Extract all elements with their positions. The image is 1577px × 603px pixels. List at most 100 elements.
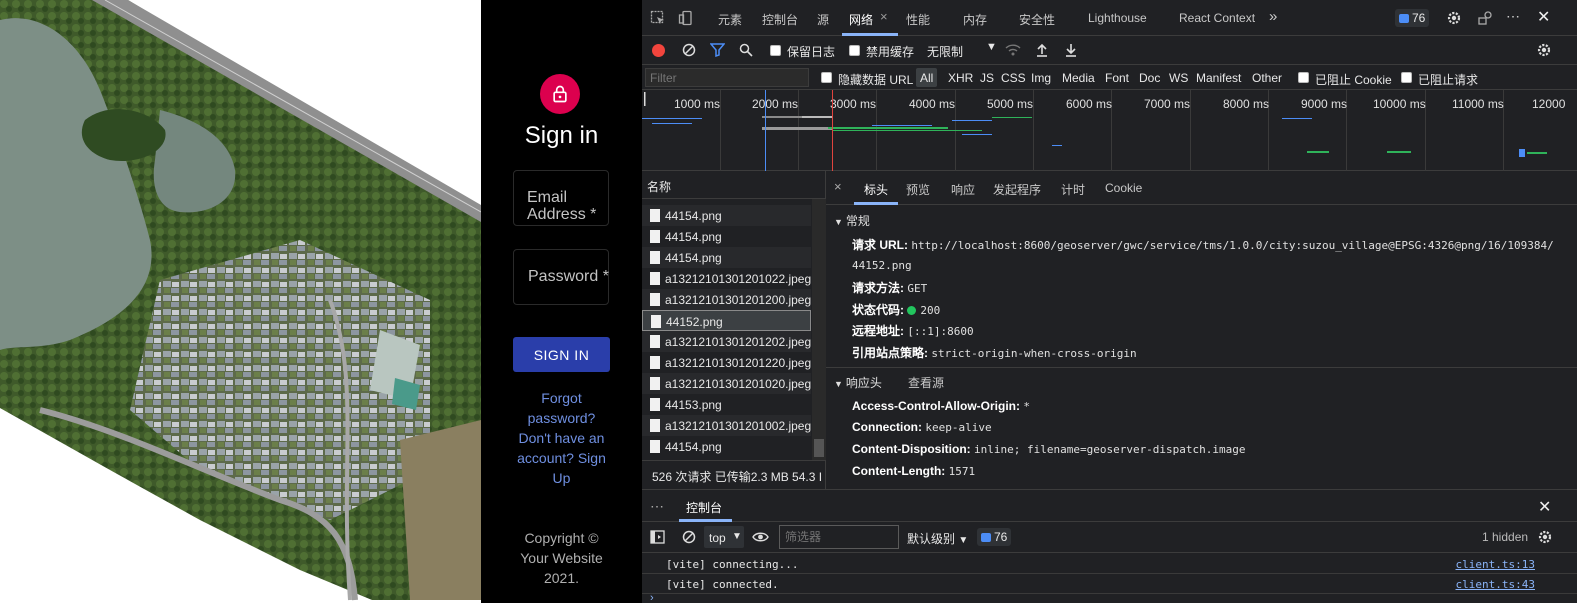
close-devtools-icon[interactable]: ✕	[1537, 7, 1550, 27]
search-icon[interactable]	[739, 43, 753, 57]
blocked-requests-label: 已阻止请求	[1418, 73, 1479, 87]
clear-icon[interactable]	[682, 43, 696, 57]
signup-link[interactable]: Don't have an account? Sign Up	[481, 428, 642, 488]
close-tab-icon[interactable]: ×	[880, 9, 888, 24]
filter-icon[interactable]	[710, 43, 725, 57]
password-field[interactable]: Password *	[513, 249, 609, 305]
drawer-more-icon[interactable]: ⋯	[650, 498, 665, 515]
console-source-link[interactable]: client.ts:13	[1456, 558, 1535, 571]
filter-type-xhr[interactable]: XHR	[948, 71, 973, 85]
eye-icon[interactable]	[752, 530, 769, 544]
preserve-log-checkbox[interactable]	[770, 45, 781, 56]
chevron-down-icon: ▼	[958, 535, 969, 546]
record-icon[interactable]	[652, 44, 665, 57]
tab-initiator[interactable]: 发起程序	[993, 181, 1041, 198]
filter-type-other[interactable]: Other	[1252, 71, 1282, 85]
table-row[interactable]: a13212101301201020.jpeg.	[642, 373, 811, 394]
console-prompt[interactable]: ›	[642, 592, 1577, 603]
file-icon	[650, 272, 660, 285]
network-settings-icon[interactable]	[1536, 42, 1552, 58]
table-row[interactable]: 44153.png	[642, 394, 811, 415]
tab-memory[interactable]: 内存	[963, 11, 987, 28]
filter-type-doc[interactable]: Doc	[1139, 71, 1160, 85]
device-toolbar-icon[interactable]	[678, 10, 694, 26]
blocked-cookies-label: 已阻止 Cookie	[1315, 73, 1392, 87]
network-conditions-icon[interactable]	[1004, 42, 1022, 58]
request-name: a13212101301201020.jpeg.	[665, 377, 811, 391]
request-list-scrollbar[interactable]	[812, 199, 826, 460]
blocked-cookies-checkbox[interactable]	[1298, 72, 1309, 83]
network-filter-input[interactable]	[645, 68, 809, 87]
tab-react-context[interactable]: React Context	[1179, 11, 1255, 25]
console-issues-badge[interactable]: 76	[977, 528, 1012, 546]
tab-preview[interactable]: 预览	[906, 181, 930, 198]
table-row[interactable]: 44154.png	[642, 247, 811, 268]
details-active-indicator	[854, 202, 898, 205]
forgot-password-link[interactable]: Forgot password?	[481, 388, 642, 428]
chevron-down-icon: ▼	[732, 531, 742, 542]
tab-headers[interactable]: 标头	[864, 181, 888, 198]
filter-type-ws[interactable]: WS	[1169, 71, 1188, 85]
email-field[interactable]: Email Address *	[513, 170, 609, 226]
disable-cache-checkbox[interactable]	[849, 45, 860, 56]
table-row-selected[interactable]: 44152.png	[642, 310, 811, 331]
context-select[interactable]: top ▼	[704, 526, 744, 548]
tab-timing[interactable]: 计时	[1061, 181, 1085, 198]
blocked-requests-checkbox[interactable]	[1401, 72, 1412, 83]
tab-performance[interactable]: 性能	[906, 11, 930, 28]
throttling-select[interactable]: 无限制	[927, 43, 963, 60]
table-row[interactable]: a13212101301201022.jpeg.	[642, 268, 811, 289]
table-row[interactable]: a13212101301201220.jpeg.	[642, 352, 811, 373]
more-tabs-icon[interactable]: »	[1269, 8, 1277, 25]
aerial-map[interactable]	[0, 0, 481, 603]
import-har-icon[interactable]	[1035, 42, 1049, 57]
table-row[interactable]: 44154.png	[642, 436, 811, 457]
hide-data-urls-checkbox[interactable]	[821, 72, 832, 83]
tab-lighthouse[interactable]: Lighthouse	[1088, 11, 1147, 25]
more-options-icon[interactable]: ⋯	[1506, 8, 1521, 25]
settings-gear-icon[interactable]	[1446, 10, 1462, 26]
tab-cookies[interactable]: Cookie	[1105, 181, 1142, 195]
table-row[interactable]: a13212101301201002.jpeg.	[642, 415, 811, 436]
filter-type-all[interactable]: All	[916, 68, 938, 87]
console-message: [vite] connecting... client.ts:13	[642, 554, 1577, 574]
signin-button[interactable]: SIGN IN	[513, 337, 610, 372]
filter-type-manifest[interactable]: Manifest	[1196, 71, 1241, 85]
tab-elements[interactable]: 元素	[718, 11, 742, 28]
response-header-key: Access-Control-Allow-Origin:	[852, 399, 1021, 413]
filter-type-img[interactable]: Img	[1031, 71, 1051, 85]
table-row[interactable]: a13212101301201202.jpeg.	[642, 331, 811, 352]
scrollbar-thumb[interactable]	[814, 439, 824, 457]
general-section-toggle[interactable]: ▼ 常规	[834, 212, 870, 229]
connect-devices-icon[interactable]	[1477, 10, 1493, 26]
network-overview-timeline[interactable]: 1000 ms 2000 ms 3000 ms 4000 ms 5000 ms …	[642, 90, 1577, 171]
issues-badge[interactable]: 76	[1395, 9, 1430, 27]
table-row[interactable]: 44154.png	[642, 205, 811, 226]
response-headers-toggle[interactable]: ▼ 响应头	[834, 374, 882, 391]
console-settings-icon[interactable]	[1537, 529, 1553, 545]
tab-security[interactable]: 安全性	[1019, 11, 1055, 28]
tab-sources[interactable]: 源	[817, 11, 829, 28]
table-row[interactable]: 44154.png	[642, 226, 811, 247]
response-header-key: Content-Length:	[852, 464, 946, 478]
filter-type-media[interactable]: Media	[1062, 71, 1095, 85]
clear-console-icon[interactable]	[682, 530, 696, 544]
console-source-link[interactable]: client.ts:43	[1456, 578, 1535, 591]
filter-type-css[interactable]: CSS	[1001, 71, 1026, 85]
name-column-header[interactable]: 名称	[647, 178, 671, 195]
export-har-icon[interactable]	[1064, 42, 1078, 57]
tab-network[interactable]: 网络	[849, 11, 873, 28]
inspect-element-icon[interactable]	[650, 10, 666, 26]
filter-type-font[interactable]: Font	[1105, 71, 1129, 85]
tab-console[interactable]: 控制台	[762, 11, 798, 28]
log-level-select[interactable]: 默认级别 ▼	[907, 530, 968, 547]
filter-type-js[interactable]: JS	[980, 71, 994, 85]
drawer-tab-console[interactable]: 控制台	[686, 499, 722, 516]
view-source-link[interactable]: 查看源	[908, 374, 944, 391]
sidebar-toggle-icon[interactable]	[650, 530, 665, 544]
console-filter-input[interactable]	[779, 525, 899, 549]
close-details-icon[interactable]: ×	[834, 179, 842, 194]
close-drawer-icon[interactable]: ✕	[1538, 497, 1551, 517]
tab-response[interactable]: 响应	[951, 181, 975, 198]
table-row[interactable]: a13212101301201200.jpeg.	[642, 289, 811, 310]
